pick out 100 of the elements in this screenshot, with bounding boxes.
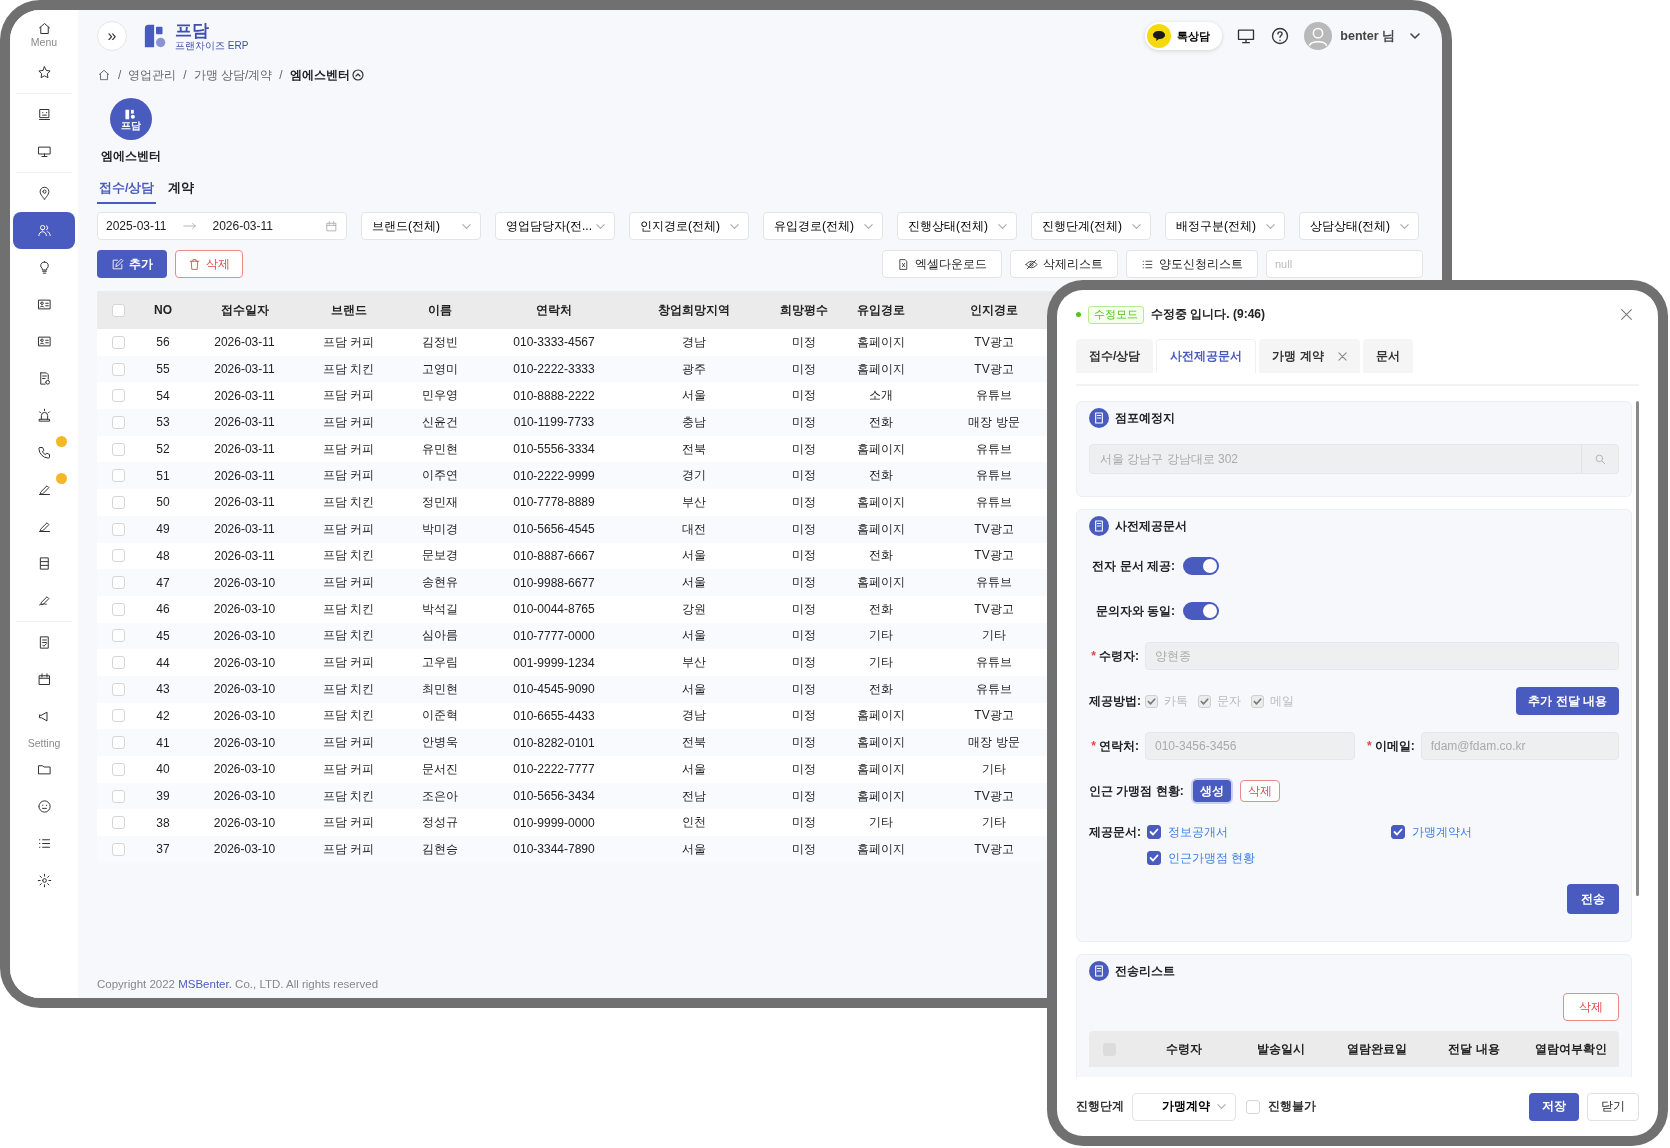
table-cell-text: 전화 (867, 600, 894, 618)
table-cell-text: 2026-03-11 (213, 362, 276, 377)
avatar-icon[interactable] (1304, 22, 1333, 50)
toggle-switch[interactable] (1183, 557, 1219, 575)
transfer-list-button[interactable]: 양도신청리스트 (1126, 250, 1258, 278)
column-header: 연락처 (535, 301, 573, 319)
save-button[interactable]: 저장 (1529, 1092, 1579, 1121)
siren-icon (36, 408, 52, 423)
chevron-down-icon[interactable] (1409, 30, 1421, 42)
breadcrumb-separator: / (279, 68, 283, 82)
close-icon[interactable] (1337, 351, 1347, 361)
create-button[interactable]: 생성 (1192, 780, 1231, 802)
filter-dropdown[interactable]: 브랜드(전체) (361, 212, 481, 240)
table-cell-text: 44 (155, 655, 171, 670)
delete-button[interactable]: 삭제 (1563, 993, 1619, 1021)
filter-dropdown[interactable]: 진행단계(전체) (1031, 212, 1151, 240)
document-icon (1089, 408, 1109, 428)
filter-dropdown[interactable]: 배정구분(전체) (1165, 212, 1285, 240)
copyright-text: Copyright 2022 MSBenter. Co., LTD. All rights reserved (97, 978, 380, 990)
table-cell-text: 010-1199-7733 (512, 415, 596, 430)
help-icon[interactable] (1270, 26, 1291, 46)
table-cell-text: 유튜브 (975, 467, 1013, 485)
checkbox[interactable] (1391, 825, 1405, 839)
tab[interactable]: 접수/상담 (97, 174, 157, 204)
tab[interactable]: 문서 (1362, 339, 1413, 373)
send-button[interactable]: 전송 (1567, 884, 1619, 914)
table-cell-text: 기타 (867, 627, 894, 645)
table-cell-text: 010-3344-7890 (512, 842, 596, 857)
tab[interactable]: 가맹 계약 (1259, 339, 1360, 373)
table-cell-text: 전화 (867, 413, 894, 431)
add-button[interactable]: 추가 (97, 250, 167, 278)
filter-dropdown[interactable]: 유입경로(전체) (763, 212, 883, 240)
table-cell-text: 유튜브 (975, 654, 1013, 672)
deleted-list-button[interactable]: 삭제리스트 (1010, 250, 1118, 278)
table-cell-text: 미정 (790, 333, 817, 351)
checkbox[interactable] (1147, 825, 1161, 839)
expand-button[interactable]: » (97, 21, 127, 51)
table-cell-text: 미정 (790, 787, 817, 805)
field-label: 제공방법: (1089, 692, 1139, 710)
sidebar-item[interactable] (13, 212, 75, 249)
eye-off-icon (1025, 257, 1038, 271)
document-link[interactable]: 가맹계약서 (1412, 823, 1472, 841)
chevron-up-circle-icon[interactable] (351, 69, 364, 81)
delete-button[interactable]: 삭제 (1239, 780, 1280, 802)
table-cell-text: 55 (155, 362, 171, 377)
panel-title: 사전제공문서 (1115, 517, 1187, 535)
column-header: 수령자 (1165, 1040, 1204, 1058)
column-header: 희망평수 (778, 301, 829, 319)
table-cell-text: 미정 (790, 814, 817, 832)
table-cell-text: 010-4545-9090 (512, 682, 596, 697)
brand-subtitle: 프랜차이즈 ERP (175, 40, 249, 51)
filter-dropdown[interactable]: 영업담당자(전... (495, 212, 615, 240)
extra-message-button[interactable]: 추가 전달 내용 (1516, 687, 1619, 715)
table-cell-text: 45 (155, 628, 171, 643)
table-cell-text: 송현유 (421, 574, 459, 592)
close-icon[interactable] (1620, 308, 1633, 321)
table-cell-text: 고영미 (421, 360, 459, 378)
tab[interactable]: 접수/상담 (1076, 339, 1154, 373)
mode-badge: 수정모드 (1088, 305, 1144, 324)
search-field[interactable]: null (1266, 250, 1423, 278)
sidebar-item[interactable]: Menu (13, 14, 75, 54)
close-button[interactable]: 닫기 (1587, 1092, 1639, 1121)
filter-dropdown[interactable]: 인지경로(전체) (629, 212, 749, 240)
checkbox-label: 문자 (1217, 692, 1241, 710)
tab[interactable]: 사전제공문서 (1156, 339, 1257, 373)
document-link[interactable]: 인근가맹점 현황 (1168, 849, 1256, 867)
stage-dropdown[interactable]: 가맹계약 (1132, 1092, 1236, 1121)
calendar-icon (325, 219, 338, 233)
panel-title: 점포예정지 (1115, 409, 1175, 427)
home-icon[interactable] (97, 68, 111, 82)
chat-button[interactable]: 톡상담 (1145, 22, 1223, 50)
document-link[interactable]: 정보공개서 (1168, 823, 1228, 841)
brand-name: 프담 (175, 21, 210, 39)
breadcrumb-item[interactable]: 가맹 상담/계약 (193, 66, 273, 84)
table-cell-text: 홈페이지 (855, 707, 906, 725)
table-cell-text: 미정 (790, 734, 817, 752)
filter-dropdown[interactable]: 진행상태(전체) (897, 212, 1017, 240)
excel-download-button[interactable]: 엑셀다운로드 (882, 250, 1002, 278)
user-name[interactable]: benter 님 (1340, 27, 1395, 45)
scrollbar[interactable] (1636, 401, 1639, 896)
filter-dropdown[interactable]: 상담상태(전체) (1299, 212, 1419, 240)
column-header: 전달 내용 (1447, 1040, 1501, 1058)
table-cell-text: 프담 커피 (321, 840, 376, 858)
table-cell-text: 홈페이지 (855, 760, 906, 778)
table-cell-text: 서울 (681, 387, 707, 405)
checkbox[interactable] (1147, 851, 1161, 865)
toggle-switch[interactable] (1183, 602, 1219, 620)
table-cell-text: 2026-03-10 (212, 842, 277, 857)
chat-bubble-icon (1147, 24, 1172, 48)
tab[interactable]: 계약 (166, 174, 197, 204)
table-cell-text: 기타 (981, 760, 1007, 778)
status-dot (1076, 312, 1081, 317)
date-range-field[interactable]: 2025-03-11 2026-03-11 (97, 212, 347, 240)
table-cell-text: 기타 (981, 627, 1007, 645)
table-cell-text: 전북 (681, 440, 707, 458)
table-cell-text: 010-0044-8765 (512, 602, 596, 617)
breadcrumb-item[interactable]: 영업관리 (128, 66, 177, 84)
table-cell-text: 미정 (790, 654, 817, 672)
table-cell-text: 프담 커피 (321, 654, 376, 672)
delete-button[interactable]: 삭제 (175, 250, 243, 278)
